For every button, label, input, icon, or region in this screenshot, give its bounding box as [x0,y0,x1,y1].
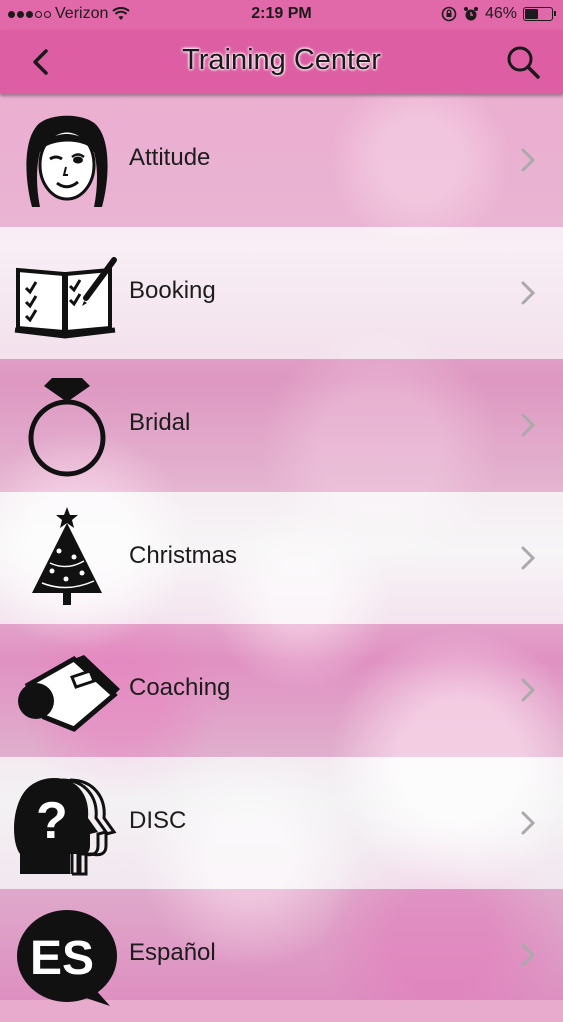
alarm-icon [463,7,478,21]
list-item-label: Booking [129,276,216,304]
battery-icon [523,7,556,21]
chevron-right-icon [521,281,535,304]
list-item-label: DISC [129,806,187,834]
chevron-right-icon [521,678,535,702]
svg-text:ES: ES [30,932,94,985]
chevron-right-icon [521,943,535,967]
list-item-label: Bridal [129,409,191,436]
list-item-bridal[interactable]: Bridal [0,359,563,492]
christmas-tree-icon [32,506,102,605]
chevron-right-icon [521,148,535,172]
chevron-right-icon [521,413,535,437]
open-book-checklist-icon [14,256,117,339]
page-title: Training Center [182,44,381,76]
battery-fill [525,9,538,19]
winking-woman-icon [26,115,108,207]
list-item-espanol[interactable]: ES Español [0,889,563,1022]
list-item-booking[interactable]: Booking [0,226,563,359]
list-item-label: Christmas [129,541,238,569]
es-speech-bubble-icon: ES [17,910,117,1006]
chevron-right-icon [521,546,535,569]
search-icon[interactable] [503,42,543,82]
list-item-label: Attitude [129,144,211,171]
list-item-christmas[interactable]: Christmas [0,491,563,624]
list-item-disc[interactable]: ? DISC [0,756,563,889]
whistle-icon [18,655,120,732]
rotation-lock-icon [441,6,457,22]
status-bar: Verizon 2:19 PM 46% [0,0,563,30]
list-item-attitude[interactable]: Attitude [0,94,563,227]
battery-percent: 46% [484,5,517,22]
diamond-ring-icon [28,378,106,477]
question-head-icon: ? [14,777,117,875]
training-topic-list: Attitude Booking Bridal Christmas Coachi… [0,94,563,1022]
navigation-bar: Training Center [0,30,563,94]
status-right: 46% [441,5,556,23]
chevron-right-icon [521,811,535,834]
list-item-label: Coaching [129,674,231,701]
list-item-coaching[interactable]: Coaching [0,624,563,757]
svg-text:?: ? [36,792,68,850]
list-item-label: Español [129,939,216,966]
